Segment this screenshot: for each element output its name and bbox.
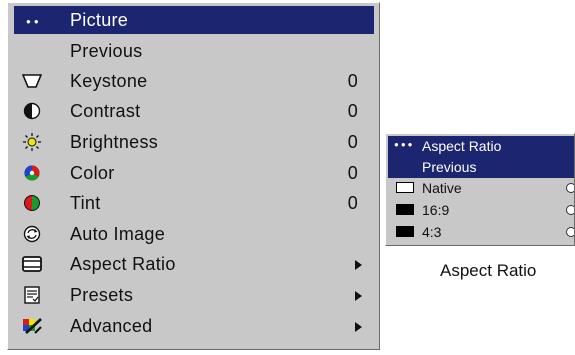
dots-icon: ●●● bbox=[394, 140, 415, 149]
menu-item-label: Aspect Ratio bbox=[70, 254, 176, 274]
menu-item-brightness[interactable]: Brightness 0 bbox=[14, 128, 374, 156]
keystone-value: 0 bbox=[347, 71, 358, 91]
menu-item-auto-image[interactable]: Auto Image bbox=[14, 220, 374, 248]
16-9-swatch-icon bbox=[396, 204, 414, 215]
submenu-item-label: Native bbox=[422, 180, 462, 196]
brightness-value: 0 bbox=[347, 132, 358, 152]
menu-item-tint[interactable]: Tint 0 bbox=[14, 189, 374, 217]
menu-item-label: Tint bbox=[70, 193, 101, 213]
dots-icon: ●● bbox=[26, 17, 42, 26]
menu-item-label: Color bbox=[70, 163, 115, 183]
submenu-item-label: Previous bbox=[422, 159, 477, 175]
menu-item-label: Brightness bbox=[70, 132, 159, 152]
menu-item-keystone[interactable]: Keystone 0 bbox=[14, 67, 374, 95]
presets-icon bbox=[24, 286, 40, 304]
color-value: 0 bbox=[347, 163, 358, 183]
submenu-item-16-9[interactable]: 16:9 bbox=[388, 200, 574, 221]
menu-item-label: Presets bbox=[70, 285, 134, 305]
menu-item-presets[interactable]: Presets bbox=[14, 281, 374, 309]
menu-item-aspect-ratio[interactable]: Aspect Ratio bbox=[14, 250, 374, 278]
menu-item-label: Keystone bbox=[70, 71, 148, 91]
menu-item-label: Previous bbox=[70, 41, 143, 61]
picture-menu: ●● Picture Previous Keystone 0 Contrast … bbox=[7, 2, 380, 350]
native-radio[interactable] bbox=[566, 183, 574, 193]
submenu-item-label: 16:9 bbox=[422, 202, 450, 218]
menu-item-color[interactable]: Color 0 bbox=[14, 159, 374, 187]
submenu-item-previous[interactable]: Previous bbox=[388, 157, 574, 178]
aspect-ratio-icon bbox=[22, 256, 42, 272]
submenu-arrow-icon bbox=[355, 291, 362, 301]
submenu-title-label: Aspect Ratio bbox=[422, 138, 502, 154]
brightness-icon bbox=[23, 133, 41, 151]
4-3-radio[interactable] bbox=[566, 227, 574, 237]
color-icon bbox=[24, 165, 40, 181]
submenu-item-native[interactable]: Native bbox=[388, 178, 574, 199]
tint-value: 0 bbox=[347, 193, 358, 213]
submenu-arrow-icon bbox=[355, 260, 362, 270]
menu-item-label: Advanced bbox=[70, 316, 153, 336]
submenu-item-label: 4:3 bbox=[422, 224, 442, 240]
submenu-arrow-icon bbox=[355, 322, 362, 332]
keystone-icon bbox=[22, 74, 42, 88]
figure-caption: Aspect Ratio bbox=[440, 261, 537, 280]
16-9-radio[interactable] bbox=[566, 205, 574, 215]
menu-item-advanced[interactable]: Advanced bbox=[14, 312, 374, 340]
auto-image-icon bbox=[23, 225, 41, 243]
menu-item-label: Auto Image bbox=[70, 224, 166, 244]
submenu-item-4-3[interactable]: 4:3 bbox=[388, 222, 574, 243]
menu-item-contrast[interactable]: Contrast 0 bbox=[14, 97, 374, 125]
native-swatch-icon bbox=[396, 182, 414, 193]
tint-icon bbox=[24, 195, 40, 211]
contrast-icon bbox=[23, 102, 41, 120]
menu-item-label: Picture bbox=[70, 10, 129, 30]
menu-item-picture[interactable]: ●● Picture bbox=[14, 6, 374, 34]
contrast-value: 0 bbox=[347, 101, 358, 121]
advanced-icon bbox=[23, 318, 42, 334]
menu-item-previous[interactable]: Previous bbox=[14, 37, 374, 65]
4-3-swatch-icon bbox=[396, 226, 414, 237]
submenu-title[interactable]: ●●● Aspect Ratio bbox=[388, 136, 574, 157]
menu-item-label: Contrast bbox=[70, 101, 141, 121]
aspect-ratio-submenu: ●●● Aspect Ratio Previous Native 16:9 4:… bbox=[385, 133, 575, 246]
